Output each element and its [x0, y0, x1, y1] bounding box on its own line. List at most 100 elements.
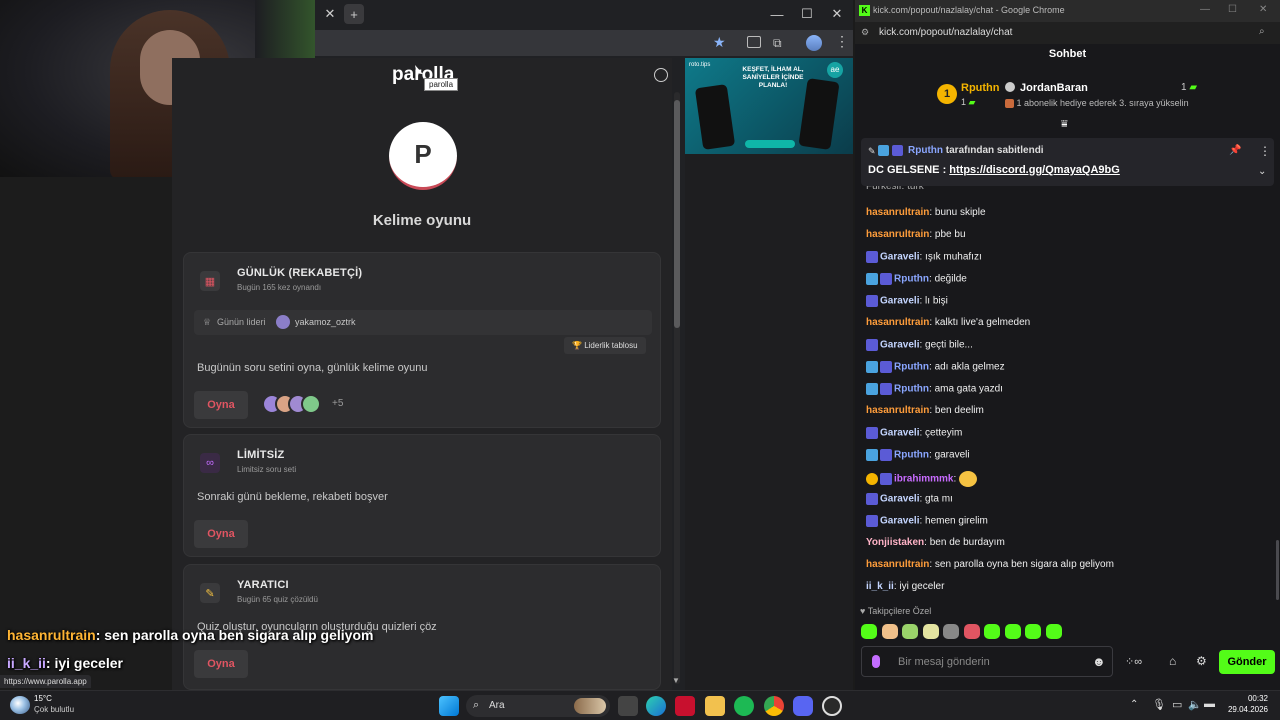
chat-username[interactable]: Garaveli	[880, 296, 919, 307]
close-window-icon[interactable]: ✕	[827, 4, 847, 24]
chrome-icon[interactable]	[764, 696, 784, 716]
chat-username[interactable]: Rputhn	[894, 274, 929, 285]
extensions-icon[interactable]: ⧉	[773, 36, 782, 51]
weather-description[interactable]: Çok bulutlu	[34, 705, 74, 714]
taskbar-search[interactable]: ⌕ Ara	[466, 695, 610, 717]
chat-message[interactable]: Rputhn: adı akla gelmez	[866, 361, 1005, 373]
chat-username[interactable]: Garaveli	[880, 340, 919, 351]
zoom-icon[interactable]: ⌕	[1259, 26, 1265, 37]
volume-icon[interactable]: 🔈	[1188, 698, 1202, 711]
leader-name[interactable]: yakamoz_oztrk	[295, 317, 356, 327]
chat-username[interactable]: hasanrultrain	[866, 559, 929, 570]
discord-icon[interactable]	[793, 696, 813, 716]
send-button[interactable]: Gönder	[1219, 650, 1275, 674]
chat-message[interactable]: hasanrultrain: kalktı live'a gelmeden	[866, 317, 1030, 328]
weather-cloud-icon[interactable]	[10, 696, 30, 714]
scrollbar-track[interactable]	[674, 92, 680, 684]
emote-icon[interactable]	[881, 624, 898, 639]
chat-message[interactable]: ibrahimmmk:	[866, 471, 978, 487]
chat-input-box[interactable]: Bir mesaj gönderin ☻	[861, 646, 1113, 677]
collapse-leaderboard-icon[interactable]: ⩸	[1061, 118, 1068, 131]
emote-icon[interactable]	[902, 624, 918, 639]
unpin-icon[interactable]: 📌	[1229, 145, 1241, 156]
chat-username[interactable]: ii_k_ii	[866, 581, 894, 592]
file-explorer-icon[interactable]	[705, 696, 725, 716]
chat-message[interactable]: hasanrultrain: sen parolla oyna ben siga…	[866, 559, 1114, 570]
daily-leader-row[interactable]: ♕ Günün lideri yakamoz_oztrk	[194, 310, 652, 335]
play-creative-button[interactable]: Oyna	[194, 650, 248, 678]
battery-icon[interactable]: ▬	[1204, 698, 1215, 710]
ad-cta-button[interactable]	[745, 140, 795, 148]
chat-username[interactable]: Yonjiistaken	[866, 537, 924, 548]
expand-pinned-icon[interactable]: ⌄	[1258, 166, 1266, 177]
emote-icon[interactable]	[963, 624, 980, 639]
address-bar[interactable]: ★ ⧉ ⋮	[315, 30, 853, 56]
pinned-message[interactable]: ✎ Rputhn tarafından sabitlendi DC GELSEN…	[861, 138, 1274, 186]
windows-start-icon[interactable]	[439, 696, 459, 716]
scrollbar-thumb[interactable]	[674, 100, 680, 328]
chat-username[interactable]: Garaveli	[880, 494, 919, 505]
chat-message[interactable]: Garaveli: gta mı	[866, 493, 953, 505]
microphone-tray-icon[interactable]: 🎙	[1152, 698, 1166, 711]
chat-username[interactable]: Rputhn	[894, 450, 929, 461]
new-tab-button[interactable]: +	[344, 4, 364, 24]
chat-username[interactable]: Garaveli	[880, 516, 919, 527]
advertisement-banner[interactable]: roto.tips KEŞFET, İLHAM AL, SANİYELER İÇ…	[685, 58, 853, 154]
emoji-picker-icon[interactable]: ☻	[1092, 654, 1106, 669]
chat-message[interactable]: hasanrultrain: bunu skiple	[866, 207, 986, 218]
maximize-icon[interactable]: ☐	[797, 4, 817, 24]
chat-username[interactable]: Rputhn	[894, 362, 929, 373]
chat-url[interactable]: kick.com/popout/nazlalay/chat	[879, 27, 1012, 38]
emote-icon[interactable]	[1045, 624, 1062, 639]
close-tab-icon[interactable]: ✕	[320, 4, 340, 24]
site-settings-icon[interactable]: ⚙	[861, 27, 869, 38]
user-account-icon[interactable]	[654, 68, 668, 82]
chat-message[interactable]: hasanrultrain: pbe bu	[866, 229, 966, 240]
task-view-icon[interactable]	[618, 696, 638, 716]
chat-message[interactable]: hasanrultrain: ben deelim	[866, 405, 984, 416]
emote-icon[interactable]	[984, 624, 1000, 639]
close-window-icon[interactable]: ✕	[1259, 4, 1267, 15]
profile-avatar[interactable]	[806, 35, 822, 51]
kicks-icon[interactable]: ⁘∞	[1125, 655, 1142, 668]
chat-username[interactable]: Rputhn	[894, 384, 929, 395]
minimize-icon[interactable]: —	[1200, 4, 1210, 15]
store-icon[interactable]: ⌂	[1169, 654, 1176, 668]
edge-icon[interactable]	[646, 696, 666, 716]
translate-icon[interactable]	[747, 36, 761, 48]
scroll-down-icon[interactable]: ▼	[672, 676, 680, 685]
chat-message[interactable]: Garaveli: ışık muhafızı	[866, 251, 982, 263]
settings-gear-icon[interactable]: ⚙	[1196, 654, 1207, 668]
discord-link[interactable]: https://discord.gg/QmayaQA9bG	[949, 164, 1120, 176]
maximize-icon[interactable]: ☐	[1228, 4, 1237, 15]
weather-temp[interactable]: 15°C	[34, 694, 52, 703]
chat-message[interactable]: ii_k_ii: iyi geceler	[866, 581, 944, 592]
chat-message[interactable]: Rputhn: değilde	[866, 273, 967, 285]
emote-icon[interactable]	[922, 624, 939, 639]
chat-message[interactable]: Rputhn: ama gata yazdı	[866, 383, 1003, 395]
emote-icon[interactable]	[861, 624, 877, 639]
emote-icon[interactable]	[1025, 624, 1041, 639]
chat-message[interactable]: Garaveli: çetteyim	[866, 427, 962, 439]
chat-scrollbar[interactable]	[1276, 540, 1279, 600]
chat-address-bar[interactable]: ⚙ kick.com/popout/nazlalay/chat ⌕	[855, 22, 1280, 44]
pinned-menu-icon[interactable]: ⋮	[1259, 144, 1271, 158]
chat-username[interactable]: hasanrultrain	[866, 207, 929, 218]
emote-icon[interactable]	[1004, 624, 1021, 639]
chat-message[interactable]: Rputhn: garaveli	[866, 449, 970, 461]
chat-username[interactable]: ibrahimmmk	[894, 474, 953, 485]
leaderboard-button[interactable]: 🏆 Liderlik tablosu	[564, 337, 646, 354]
play-daily-button[interactable]: Oyna	[194, 391, 248, 419]
chat-input-placeholder[interactable]: Bir mesaj gönderin	[898, 656, 990, 668]
obs-icon[interactable]	[822, 696, 842, 716]
spotify-icon[interactable]	[734, 696, 754, 716]
clock-time[interactable]: 00:32	[1228, 694, 1268, 703]
gifter-name[interactable]: JordanBaran	[1020, 82, 1088, 94]
chat-username[interactable]: hasanrultrain	[866, 317, 929, 328]
chat-username[interactable]: hasanrultrain	[866, 405, 929, 416]
top-gifter-name[interactable]: Rputhn	[961, 82, 999, 94]
chat-username[interactable]: Garaveli	[880, 252, 919, 263]
tray-chevron-icon[interactable]: ⌃	[1130, 699, 1138, 710]
clock-date[interactable]: 29.04.2026	[1222, 705, 1268, 714]
chat-username[interactable]: Garaveli	[880, 428, 919, 439]
